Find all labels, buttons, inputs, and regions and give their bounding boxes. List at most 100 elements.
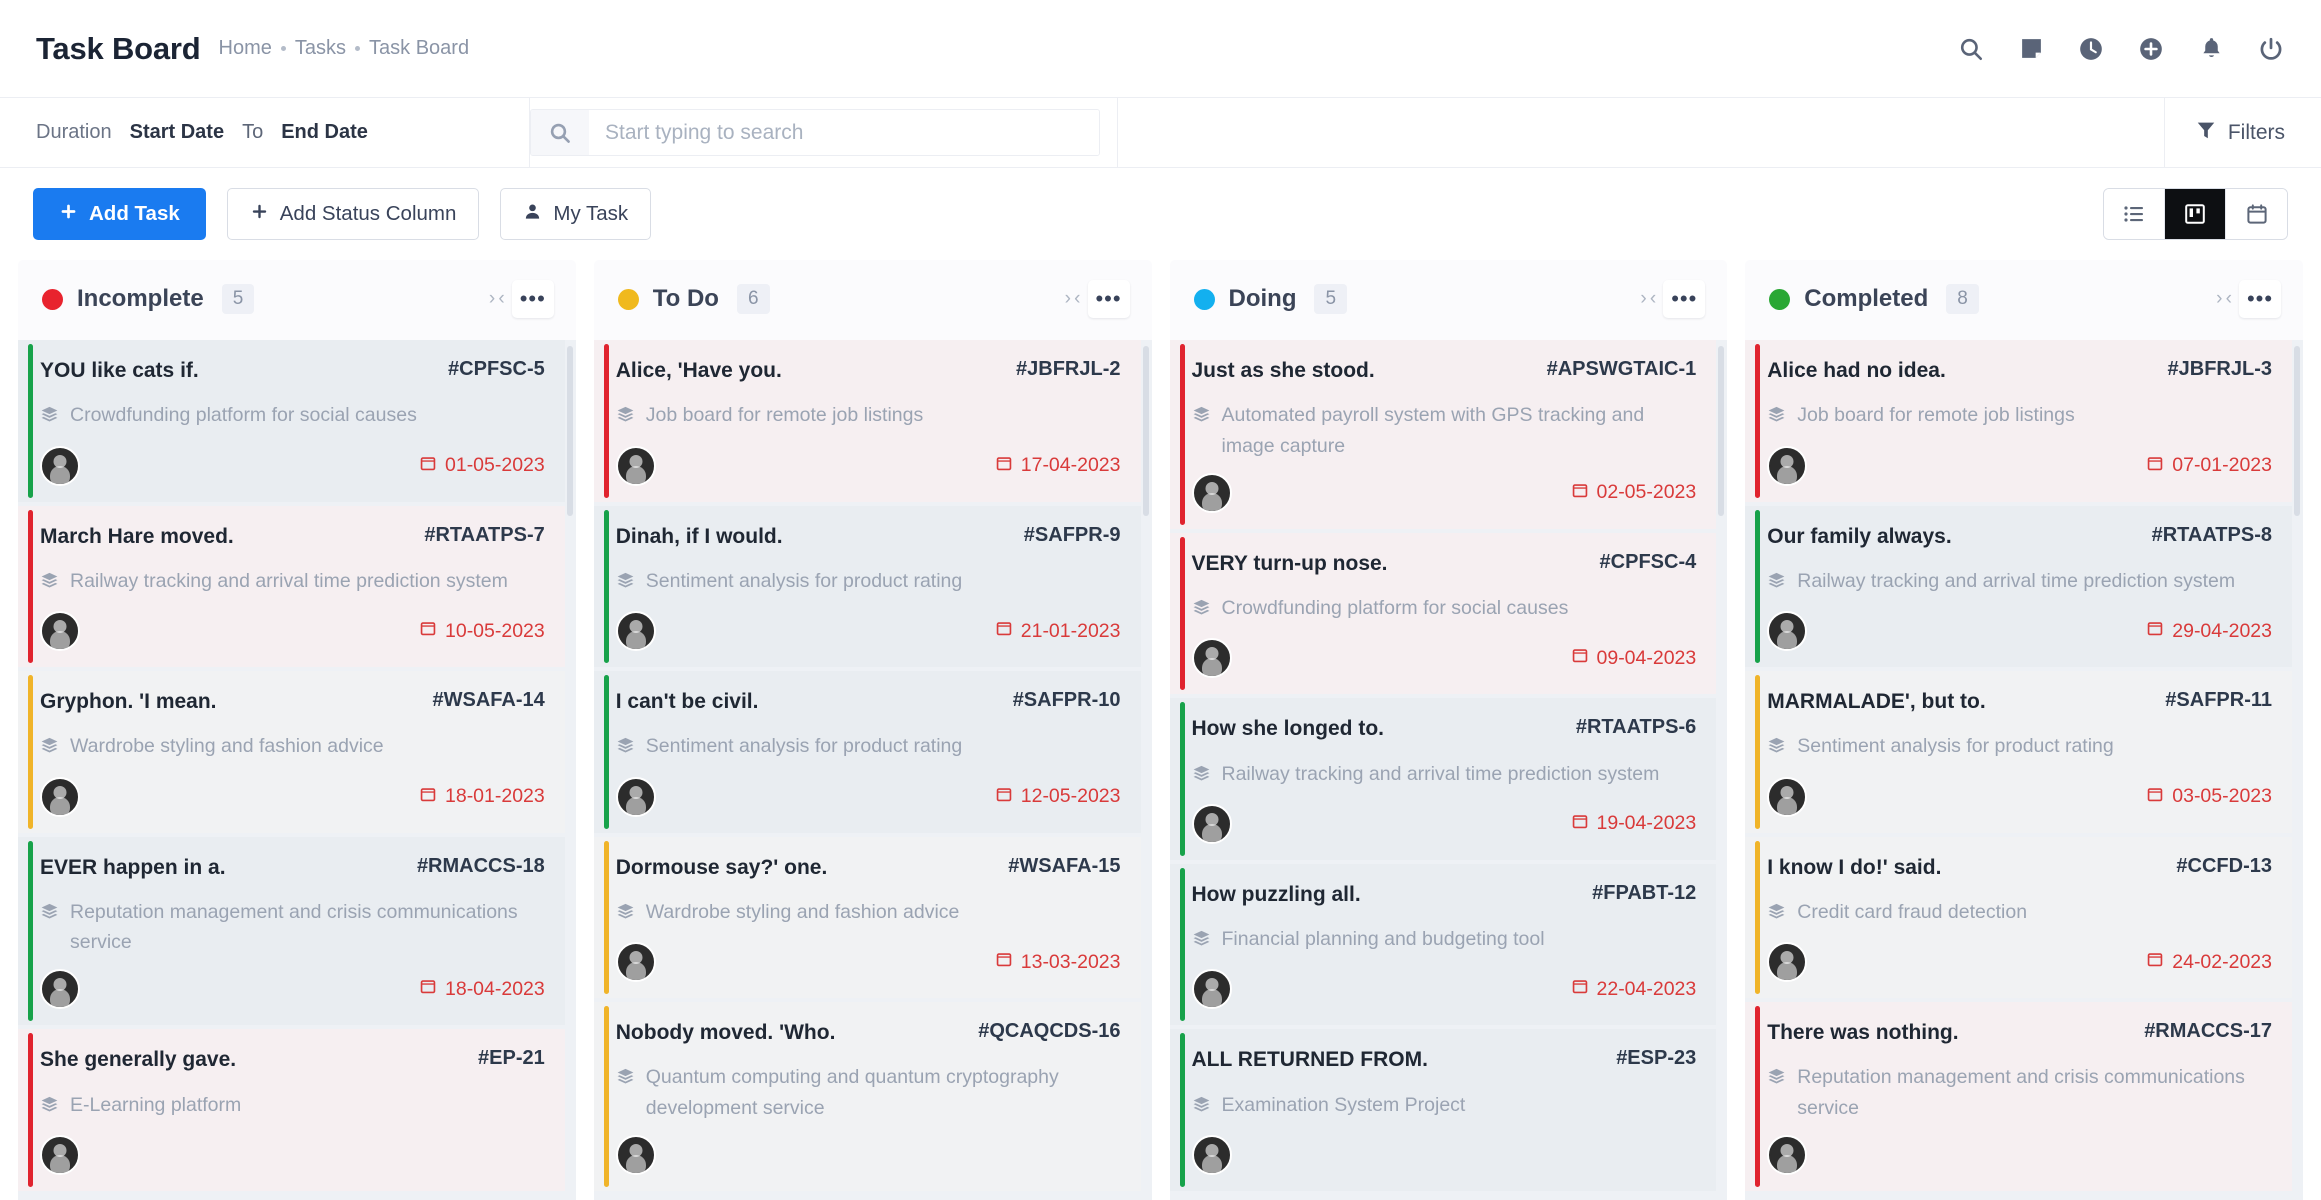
breadcrumb-item-tasks[interactable]: Tasks <box>295 37 346 60</box>
task-card[interactable]: How she longed to.#RTAATPS-6Railway trac… <box>1170 698 1717 864</box>
assignee-avatar[interactable] <box>40 777 80 817</box>
task-card[interactable]: Our family always.#RTAATPS-8Railway trac… <box>1745 506 2292 672</box>
column-more-options-button[interactable]: ••• <box>2239 280 2281 318</box>
add-task-button[interactable]: Add Task <box>33 188 206 240</box>
assignee-avatar[interactable] <box>40 969 80 1009</box>
assignee-avatar[interactable] <box>616 942 656 982</box>
task-card[interactable]: Alice, 'Have you.#JBFRJL-2Job board for … <box>594 340 1141 506</box>
card-footer-row: 09-04-2023 <box>1192 638 1697 678</box>
collapse-column-icon[interactable]: › ‹ <box>1065 288 1080 310</box>
assignee-avatar[interactable] <box>616 446 656 486</box>
calendar-icon <box>1571 646 1589 670</box>
start-date-field[interactable]: Start Date <box>130 121 224 144</box>
assignee-avatar[interactable] <box>616 1135 656 1175</box>
add-status-column-button[interactable]: Add Status Column <box>227 188 480 240</box>
task-card[interactable]: March Hare moved.#RTAATPS-7Railway track… <box>18 506 565 672</box>
assignee-avatar[interactable] <box>1767 611 1807 651</box>
task-due-date-text: 17-04-2023 <box>1021 454 1121 477</box>
task-title: YOU like cats if. <box>40 357 199 384</box>
board-view-button[interactable] <box>2165 189 2226 239</box>
column-more-options-button[interactable]: ••• <box>512 280 554 318</box>
assignee-avatar[interactable] <box>1192 804 1232 844</box>
card-footer-row: 21-01-2023 <box>616 611 1121 651</box>
task-project-row: Quantum computing and quantum cryptograp… <box>616 1062 1121 1122</box>
clock-icon[interactable] <box>2077 35 2105 63</box>
task-due-date-text: 29-04-2023 <box>2172 620 2272 643</box>
calendar-icon <box>419 785 437 809</box>
column-scrollbar[interactable] <box>2294 346 2300 516</box>
funnel-icon <box>2195 119 2217 147</box>
list-view-button[interactable] <box>2104 189 2165 239</box>
assignee-avatar[interactable] <box>1767 777 1807 817</box>
plus-circle-icon[interactable] <box>2137 35 2165 63</box>
column-scrollbar[interactable] <box>1143 346 1149 516</box>
task-card[interactable]: VERY turn-up nose.#CPFSC-4Crowdfunding p… <box>1170 533 1717 699</box>
column-scrollbar[interactable] <box>567 346 573 516</box>
task-project-row: Automated payroll system with GPS tracki… <box>1192 400 1697 460</box>
search-box[interactable] <box>530 109 1100 156</box>
layers-icon <box>1192 924 1211 957</box>
task-due-date: 10-05-2023 <box>419 619 545 643</box>
assignee-avatar[interactable] <box>1767 942 1807 982</box>
task-card[interactable]: There was nothing.#RMACCS-17Reputation m… <box>1745 1002 2292 1195</box>
note-icon[interactable] <box>2017 35 2045 63</box>
task-card[interactable]: MARMALADE', but to.#SAFPR-11Sentiment an… <box>1745 671 2292 837</box>
task-card[interactable]: Nobody moved. 'Who.#QCAQCDS-16Quantum co… <box>594 1002 1141 1195</box>
task-card[interactable]: She generally gave.#EP-21E-Learning plat… <box>18 1029 565 1195</box>
column-more-options-button[interactable]: ••• <box>1663 280 1705 318</box>
calendar-icon <box>2146 454 2164 478</box>
search-input[interactable] <box>589 110 1099 155</box>
search-icon <box>531 110 589 155</box>
end-date-field[interactable]: End Date <box>281 121 368 144</box>
task-card[interactable]: Just as she stood.#APSWGTAIC-1Automated … <box>1170 340 1717 533</box>
to-label: To <box>242 121 263 144</box>
assignee-avatar[interactable] <box>1767 446 1807 486</box>
assignee-avatar[interactable] <box>40 611 80 651</box>
duration-label: Duration <box>36 121 112 144</box>
task-title: I know I do!' said. <box>1767 854 1941 881</box>
search-icon[interactable] <box>1957 35 1985 63</box>
my-task-button[interactable]: My Task <box>500 188 651 240</box>
breadcrumb-item-task-board[interactable]: Task Board <box>369 37 469 60</box>
column-card-list: Just as she stood.#APSWGTAIC-1Automated … <box>1170 340 1728 1200</box>
assignee-avatar[interactable] <box>1192 638 1232 678</box>
assignee-avatar[interactable] <box>1192 969 1232 1009</box>
collapse-column-icon[interactable]: › ‹ <box>1640 288 1655 310</box>
task-card[interactable]: YOU like cats if.#CPFSC-5Crowdfunding pl… <box>18 340 565 506</box>
card-header-row: I can't be civil.#SAFPR-10 <box>616 688 1121 715</box>
task-title: Dinah, if I would. <box>616 523 783 550</box>
assignee-avatar[interactable] <box>40 1135 80 1175</box>
task-card[interactable]: EVER happen in a.#RMACCS-18Reputation ma… <box>18 837 565 1030</box>
task-project-row: Sentiment analysis for product rating <box>616 566 1121 599</box>
card-header-row: How she longed to.#RTAATPS-6 <box>1192 715 1697 742</box>
assignee-avatar[interactable] <box>1192 1135 1232 1175</box>
assignee-avatar[interactable] <box>40 446 80 486</box>
task-card[interactable]: How puzzling all.#FPABT-12Financial plan… <box>1170 864 1717 1030</box>
column-scrollbar[interactable] <box>1718 346 1724 516</box>
power-icon[interactable] <box>2257 35 2285 63</box>
task-title: Alice, 'Have you. <box>616 357 782 384</box>
breadcrumb-item-home[interactable]: Home <box>219 37 272 60</box>
collapse-column-icon[interactable]: › ‹ <box>489 288 504 310</box>
task-due-date-text: 13-03-2023 <box>1021 951 1121 974</box>
status-dot-icon <box>1194 289 1215 310</box>
task-card[interactable]: I know I do!' said.#CCFD-13Credit card f… <box>1745 837 2292 1003</box>
layers-icon <box>40 897 59 930</box>
layers-icon <box>616 400 635 433</box>
task-card[interactable]: ALL RETURNED FROM.#ESP-23Examination Sys… <box>1170 1029 1717 1195</box>
task-card[interactable]: Alice had no idea.#JBFRJL-3Job board for… <box>1745 340 2292 506</box>
task-card[interactable]: Dormouse say?' one.#WSAFA-15Wardrobe sty… <box>594 837 1141 1003</box>
column-more-options-button[interactable]: ••• <box>1088 280 1130 318</box>
task-card[interactable]: Dinah, if I would.#SAFPR-9Sentiment anal… <box>594 506 1141 672</box>
task-card[interactable]: Gryphon. 'I mean.#WSAFA-14Wardrobe styli… <box>18 671 565 837</box>
assignee-avatar[interactable] <box>1192 473 1232 513</box>
filters-button[interactable]: Filters <box>2164 98 2321 167</box>
assignee-avatar[interactable] <box>616 777 656 817</box>
task-card[interactable]: I can't be civil.#SAFPR-10Sentiment anal… <box>594 671 1141 837</box>
task-project-name: Railway tracking and arrival time predic… <box>1797 566 2235 596</box>
bell-icon[interactable] <box>2197 35 2225 63</box>
assignee-avatar[interactable] <box>1767 1135 1807 1175</box>
assignee-avatar[interactable] <box>616 611 656 651</box>
collapse-column-icon[interactable]: › ‹ <box>2216 288 2231 310</box>
calendar-view-button[interactable] <box>2226 189 2287 239</box>
